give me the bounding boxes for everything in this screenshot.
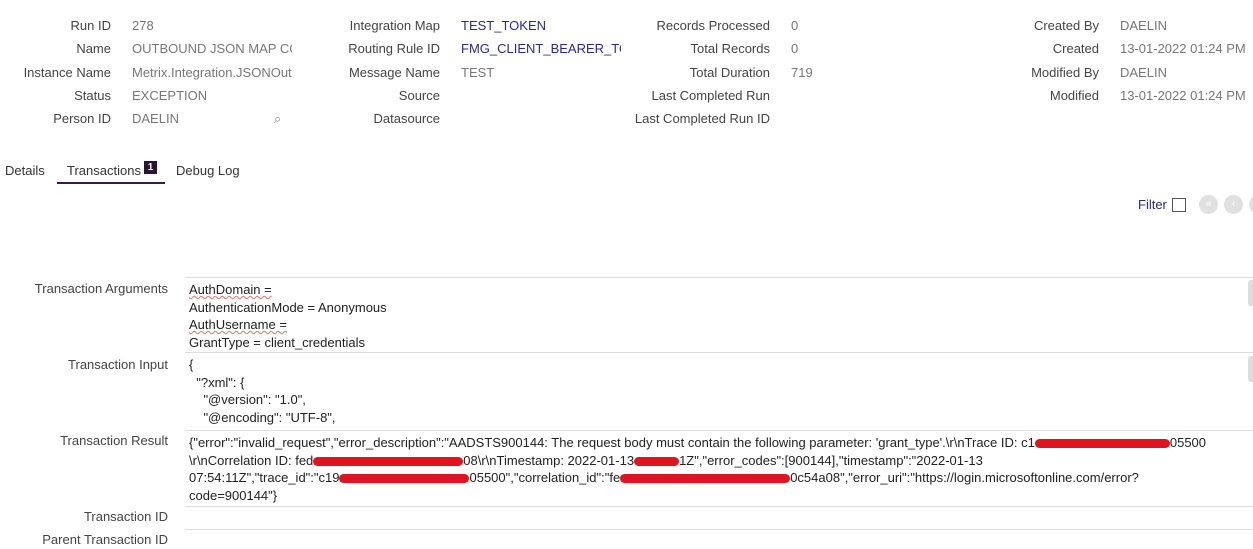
scrollbar[interactable] [1248,280,1253,306]
field-value: OUTBOUND JSON MAP CO [132,41,292,57]
field-label: Person ID [53,111,111,127]
argument-line: AuthDomain = [189,282,272,297]
redaction-mark [339,474,470,484]
transaction-input-field[interactable]: { "?xml": { "@version": "1.0", "@encodin… [185,352,1253,427]
result-text: code=900144"} [189,487,278,503]
redaction-mark [634,456,680,466]
next-page-icon[interactable]: › [1249,195,1253,214]
transaction-id-field[interactable] [185,506,1253,528]
input-line: "@encoding": "UTF-8", [189,409,336,425]
field-value: 0 [791,18,799,33]
result-text: 1Z","error_codes":[900144],"timestamp":"… [679,452,983,468]
field-label: Total Duration [689,64,770,80]
filter-checkbox[interactable] [1172,198,1186,212]
field-value [461,107,621,130]
field-value: 13-01-2022 01:24 PM [1120,87,1246,103]
result-text: 05500","correlation_id":"fe [469,470,621,485]
tab-details[interactable]: Details [5,160,45,182]
field-label: Created [1052,41,1099,57]
search-icon[interactable]: ⌕ [274,107,281,130]
transaction-result-label: Transaction Result [60,433,168,448]
redaction-mark [313,456,464,466]
result-text: {"error":"invalid_request","error_descri… [189,435,1035,450]
parent-transaction-id-label: Parent Transaction ID [42,532,168,547]
field-value: 719 [791,64,813,80]
argument-line: AuthenticationMode = Anonymous [189,299,387,315]
field-value [461,84,621,107]
argument-line: AuthUsername = [189,317,287,332]
redaction-mark [620,474,791,484]
scrollbar[interactable] [1248,356,1253,382]
field-label: Last Completed Run [651,87,770,103]
field-label: Modified [1049,87,1099,103]
field-label: Status [74,87,111,103]
field-label: Name [76,41,111,57]
field-label: Routing Rule ID [348,41,440,57]
transaction-result-field[interactable]: {"error":"invalid_request","error_descri… [185,430,1253,504]
result-text: 07:54:11Z","trace_id":"c19 [189,470,340,485]
field-label: Records Processed [656,18,770,33]
field-value [791,107,941,130]
field-label: Datasource [373,111,440,127]
field-value: Metrix.Integration.JSONOut [132,64,292,80]
field-value: 13-01-2022 01:24 PM [1120,41,1246,57]
field-value: 0 [791,41,799,57]
result-text: 08\r\nTimestamp: 2022-01-13 [463,452,635,468]
filter-label: Filter [1138,197,1167,212]
field-value: TEST [461,64,495,80]
field-label: Source [398,87,440,103]
transaction-arguments-field[interactable]: AuthDomain = AuthenticationMode = Anonym… [185,277,1253,350]
field-label: Created By [1033,18,1099,33]
prev-page-icon[interactable]: ‹ [1224,195,1243,214]
transaction-arguments-label: Transaction Arguments [34,281,168,296]
input-line: { [189,357,194,372]
field-label: Message Name [348,64,440,80]
field-value: EXCEPTION [132,87,208,103]
input-line: "?xml": { [189,374,245,390]
field-label: Run ID [70,18,111,33]
tab-label: Transactions [67,163,141,178]
field-value: DAELIN [132,111,179,127]
field-value [791,84,941,107]
parent-transaction-id-field[interactable] [185,529,1253,549]
first-page-icon[interactable]: « [1199,195,1218,214]
redaction-mark [1034,439,1170,449]
field-label: Integration Map [349,18,440,33]
result-text: 05500 [1169,435,1207,450]
transaction-input-label: Transaction Input [68,357,168,372]
field-label: Modified By [1031,64,1099,80]
field-value: 278 [132,18,154,33]
field-value[interactable]: TEST_TOKEN [461,14,621,37]
field-value: DAELIN [1120,18,1167,33]
argument-line: GrantType = client_credentials [189,334,365,350]
result-text: \r\nCorrelation ID: fed [189,452,314,468]
field-label: Last Completed Run ID [634,111,770,127]
field-label: Total Records [690,41,770,57]
result-text: 0c54a08","error_uri":"https://login.micr… [790,470,1139,485]
field-label: Instance Name [23,64,111,80]
transactions-count-badge: 1 [144,161,157,174]
tab-debug-log[interactable]: Debug Log [176,160,240,182]
input-line: "@version": "1.0", [189,392,306,407]
field-value[interactable]: FMG_CLIENT_BEARER_TOKE [461,37,621,60]
field-value: DAELIN [1120,64,1167,80]
transaction-id-label: Transaction ID [83,509,168,524]
